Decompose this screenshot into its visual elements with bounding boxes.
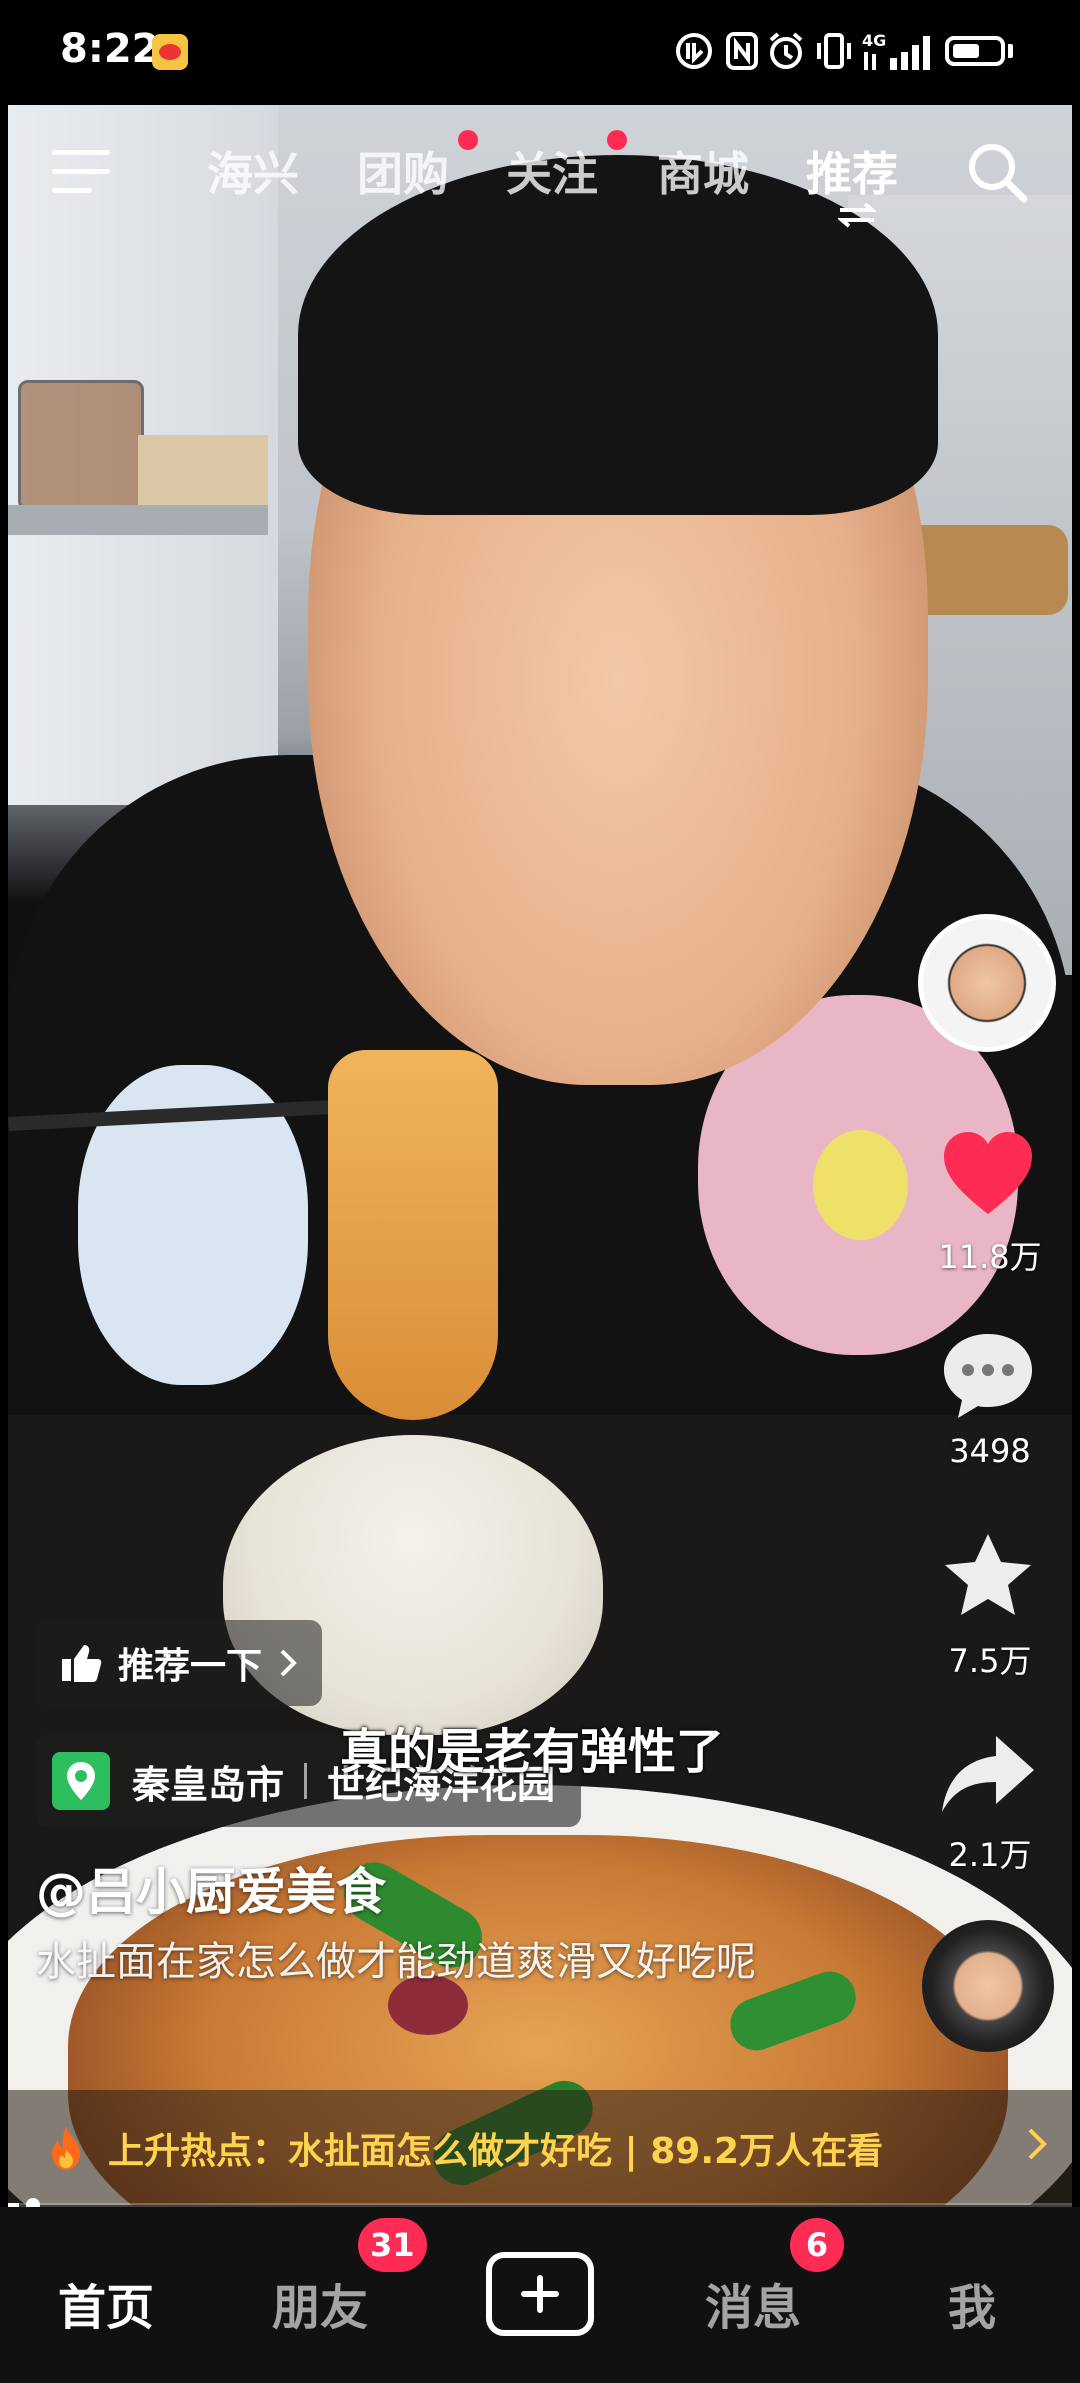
nfc-icon <box>722 30 762 72</box>
bottom-tab-friends[interactable]: 朋友 <box>272 2268 368 2338</box>
author-avatar[interactable] <box>918 914 1056 1052</box>
comment-count: 3498 <box>949 1432 1031 1470</box>
tab-following[interactable]: 关注 <box>506 138 598 204</box>
location-pin-icon <box>52 1752 110 1810</box>
friends-badge: 31 <box>358 2218 427 2272</box>
like-count: 11.8万 <box>938 1238 1042 1276</box>
share-count: 2.1万 <box>948 1836 1032 1874</box>
shelf-box <box>138 435 268 505</box>
favorite-star-icon[interactable] <box>940 1530 1036 1626</box>
bottom-tab-messages[interactable]: 消息 <box>705 2268 801 2338</box>
bottom-tab-me[interactable]: 我 <box>948 2268 996 2338</box>
battery-icon <box>945 36 1005 66</box>
plus-icon <box>521 2275 559 2313</box>
sweater-flower-center <box>813 1130 908 1240</box>
tab-mall[interactable]: 商城 <box>657 138 749 204</box>
recommend-label: 推荐一下 <box>118 1646 263 1687</box>
comment-icon[interactable] <box>940 1330 1036 1422</box>
messages-badge: 6 <box>790 2218 844 2272</box>
signal-4g-icon: 4G <box>862 30 932 72</box>
bottom-tab-home[interactable]: 首页 <box>58 2268 154 2338</box>
favorite-count: 7.5万 <box>948 1642 1032 1680</box>
network-label: 4G <box>862 31 886 50</box>
notification-dot <box>607 130 627 150</box>
alarm-icon <box>766 30 806 72</box>
like-heart-icon[interactable] <box>940 1128 1036 1218</box>
video-subtitle: 真的是老有弹性了 <box>340 1724 725 1780</box>
hd-volte-icon <box>672 30 716 72</box>
battery-tip <box>1008 44 1013 58</box>
tab-recommend[interactable]: 推荐 <box>806 138 898 204</box>
egg-basket <box>18 380 144 511</box>
author-name[interactable]: @吕小厨爱美食 <box>36 1852 386 1924</box>
location-separator <box>304 1763 308 1799</box>
hot-topic-prefix: 上升热点： <box>108 2130 289 2172</box>
chevron-right-icon <box>1028 2128 1047 2160</box>
notification-dot <box>458 130 478 150</box>
share-arrow-icon[interactable] <box>938 1730 1038 1820</box>
chevron-right-icon <box>280 1649 297 1677</box>
hot-topic-bar[interactable]: 上升热点：水扯面怎么做才好吃 | 89.2万人在看 <box>8 2090 1072 2205</box>
recommend-button[interactable]: 推荐一下 <box>36 1620 323 1706</box>
thumbs-up-icon <box>62 1645 102 1682</box>
noodle-strip <box>328 1050 498 1420</box>
fire-icon <box>52 2125 80 2170</box>
menu-icon[interactable] <box>52 150 112 194</box>
status-time: 8:22 <box>60 26 160 72</box>
hot-topic-text: 上升热点：水扯面怎么做才好吃 | 89.2万人在看 <box>108 2122 883 2174</box>
switch-arrows-icon <box>836 202 878 228</box>
tab-group-buy[interactable]: 团购 <box>357 138 449 204</box>
search-icon[interactable] <box>965 140 1029 204</box>
video-description[interactable]: 水扯面在家怎么做才能劲道爽滑又好吃呢 <box>36 1932 836 1992</box>
music-disc[interactable] <box>922 1920 1054 2052</box>
location-city: 秦皇岛市 <box>132 1762 285 1807</box>
weibo-notification-icon <box>152 34 188 70</box>
hot-topic-title: 水扯面怎么做才好吃 | 89.2万人在看 <box>288 2130 884 2172</box>
vibrate-icon <box>814 30 854 72</box>
tab-haixing[interactable]: 海兴 <box>207 138 299 204</box>
create-button[interactable] <box>486 2252 594 2336</box>
kitchen-shelf <box>8 505 268 535</box>
